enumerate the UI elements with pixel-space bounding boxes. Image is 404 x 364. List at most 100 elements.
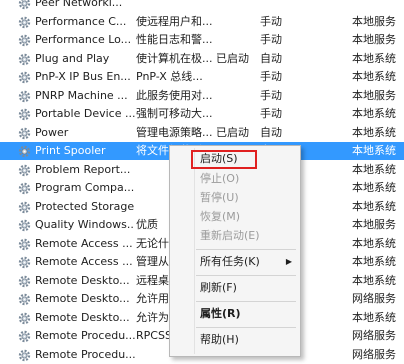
menu-item-pause-label: 暂停(U)	[200, 191, 239, 204]
menu-item-all-tasks[interactable]: 所有任务(K) ▶	[172, 252, 298, 272]
menu-item-properties[interactable]: 属性(R)	[172, 304, 298, 324]
menu-separator	[196, 275, 296, 276]
service-logon-as: 本地系统	[352, 199, 396, 213]
context-menu: 启动(S) 停止(O) 暂停(U) 恢复(M) 重新启动(E) 所有任务(K) …	[169, 145, 301, 357]
menu-separator	[196, 249, 296, 250]
gear-icon	[18, 71, 31, 84]
service-logon-as: 本地系统	[352, 273, 396, 287]
menu-item-start[interactable]: 启动(S)	[172, 149, 298, 169]
gear-icon	[18, 256, 31, 269]
menu-separator	[196, 301, 296, 302]
menu-separator	[196, 327, 296, 328]
gear-icon	[18, 0, 31, 10]
service-row[interactable]: Portable Device ... 强制可移动大... 手动 本地系统	[0, 105, 404, 123]
service-logon-as: 本地服务	[352, 33, 396, 46]
menu-item-stop-label: 停止(O)	[200, 172, 240, 185]
menu-item-help[interactable]: 帮助(H)	[172, 330, 298, 350]
service-name: Remote Deskto...	[35, 310, 130, 324]
gear-icon	[18, 53, 31, 65]
service-startup-type: 自动	[260, 51, 282, 65]
service-row[interactable]: Performance C... 使远程用户和... 手动 本地服务	[0, 13, 404, 31]
service-logon-as: 本地服务	[352, 218, 396, 231]
gear-icon	[18, 201, 31, 213]
service-description: PnP-X 总线...	[136, 70, 203, 83]
menu-item-restart-label: 重新启动(E)	[200, 229, 260, 242]
service-name: Power	[35, 125, 69, 139]
service-logon-as: 网络服务	[352, 292, 396, 305]
service-logon-as: 本地系统	[352, 144, 396, 157]
service-name: Performance Lo...	[35, 33, 132, 46]
gear-icon	[18, 127, 31, 139]
service-logon-as: 本地系统	[352, 107, 396, 120]
service-logon-as: 本地系统	[352, 310, 396, 324]
service-name: Quality Windows...	[35, 218, 135, 231]
gear-icon	[18, 238, 31, 250]
service-name: Plug and Play	[35, 51, 110, 65]
service-row[interactable]: Plug and Play 使计算机在极... 已启动 自动 本地系统	[0, 50, 404, 68]
service-logon-as: 本地系统	[352, 181, 396, 194]
service-name: Peer Networki...	[35, 0, 123, 9]
service-startup-type: 手动	[260, 107, 282, 120]
gear-icon	[18, 312, 31, 324]
service-name: Remote Access ...	[35, 255, 133, 268]
gear-icon	[18, 34, 31, 47]
gear-icon	[18, 145, 31, 158]
service-name: Remote Procedu...	[35, 329, 135, 342]
service-logon-as: 本地服务	[352, 14, 396, 28]
menu-item-resume[interactable]: 恢复(M)	[172, 207, 298, 227]
menu-item-resume-label: 恢复(M)	[200, 210, 241, 223]
service-logon-as: 本地服务	[352, 88, 396, 102]
service-logon-as: 本地系统	[352, 125, 396, 139]
gear-icon	[18, 219, 31, 232]
service-name: Program Compa...	[35, 181, 135, 194]
service-name: PNRP Machine ...	[35, 88, 128, 102]
service-row[interactable]: Performance Lo... 性能日志和警... 手动 本地服务	[0, 31, 404, 49]
service-name: Remote Deskto...	[35, 273, 130, 287]
service-status: 已启动	[216, 125, 249, 139]
service-logon-as: 本地系统	[352, 70, 396, 83]
gear-icon	[18, 349, 31, 361]
menu-item-properties-label: 属性(R)	[200, 307, 241, 320]
service-row[interactable]: PNRP Machine ... 此服务使用对... 手动 本地服务	[0, 87, 404, 105]
service-name: Remote Deskto...	[35, 292, 130, 305]
red-highlight-box	[191, 150, 257, 169]
service-startup-type: 自动	[260, 125, 282, 139]
service-name: Portable Device ...	[35, 107, 135, 120]
menu-item-help-label: 帮助(H)	[200, 333, 239, 346]
menu-item-restart[interactable]: 重新启动(E)	[172, 226, 298, 246]
service-name: Performance C...	[35, 14, 127, 28]
service-description: 使计算机在极...	[136, 51, 213, 65]
menu-item-pause[interactable]: 暂停(U)	[172, 188, 298, 208]
service-name: Protected Storage	[35, 199, 135, 213]
gear-icon	[18, 108, 31, 121]
gear-icon	[18, 275, 31, 287]
service-name: Problem Report...	[35, 162, 131, 176]
service-row[interactable]: Peer Networki...	[0, 0, 404, 12]
service-name: PnP-X IP Bus En...	[35, 70, 131, 83]
service-description: 此服务使用对...	[136, 88, 213, 102]
service-startup-type: 手动	[260, 33, 282, 46]
service-description: 管理电源策略...	[136, 125, 213, 139]
service-name: Remote Procedu...	[35, 347, 135, 361]
service-startup-type: 手动	[260, 70, 282, 83]
service-logon-as: 本地系统	[352, 255, 396, 268]
gear-icon	[18, 293, 31, 306]
service-logon-as: 网络服务	[352, 329, 396, 342]
service-row[interactable]: PnP-X IP Bus En... PnP-X 总线... 手动 本地系统	[0, 68, 404, 86]
service-description: 强制可移动大...	[136, 107, 213, 120]
gear-icon	[18, 330, 31, 343]
service-startup-type: 手动	[260, 88, 282, 102]
menu-item-refresh[interactable]: 刷新(F)	[172, 278, 298, 298]
submenu-arrow-icon: ▶	[285, 257, 292, 266]
service-name: Print Spooler	[35, 144, 106, 157]
menu-item-stop[interactable]: 停止(O)	[172, 169, 298, 189]
gear-icon	[18, 182, 31, 195]
gear-icon	[18, 16, 31, 28]
gear-icon	[18, 90, 31, 102]
service-logon-as: 本地系统	[352, 51, 396, 65]
menu-item-all-tasks-label: 所有任务(K)	[200, 255, 260, 268]
service-row[interactable]: Power 管理电源策略... 已启动 自动 本地系统	[0, 124, 404, 142]
gear-icon	[18, 164, 31, 176]
service-description: 性能日志和警...	[136, 33, 213, 46]
service-name: Remote Access ...	[35, 236, 133, 250]
